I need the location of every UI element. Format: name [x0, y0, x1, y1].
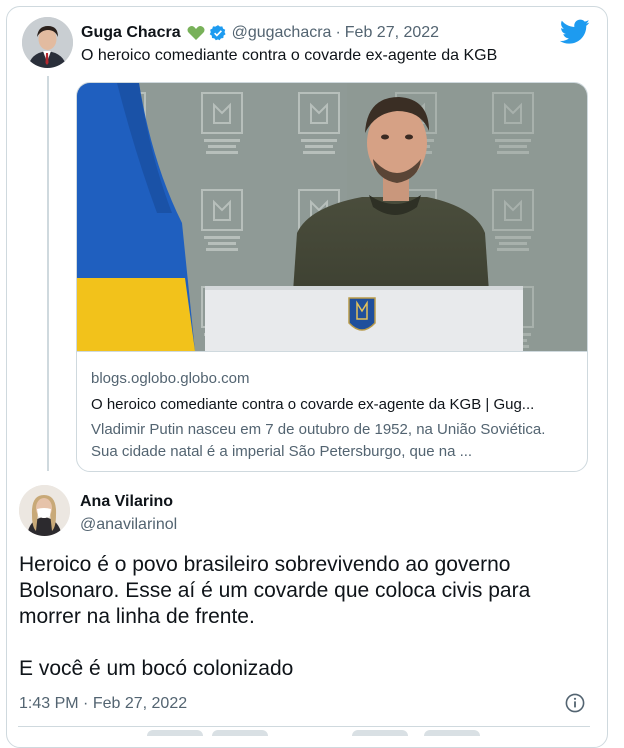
reply-text: Heroico é o povo brasileiro sobrevivendo… [19, 552, 589, 682]
reply-time: 1:43 PM [19, 695, 79, 712]
reply-author-handle[interactable]: @anavilarinol [80, 516, 177, 534]
reply-timestamp[interactable]: 1:43 PM · Feb 27, 2022 [19, 695, 187, 713]
link-card-title: O heroico comediante contra o covarde ex… [91, 396, 535, 413]
link-card[interactable]: blogs.oglobo.globo.com O heroico comedia… [76, 82, 588, 472]
tweet-date[interactable]: Feb 27, 2022 [345, 24, 439, 42]
verified-badge-icon [209, 24, 227, 42]
separator: · [83, 695, 89, 712]
link-card-description: Vladimir Putin nasceu em 7 de outubro de… [91, 421, 546, 460]
tweet-header: Guga Chacra @gugachacra · Feb 27, 2022 [81, 22, 439, 44]
author-avatar[interactable] [22, 17, 73, 68]
bottom-separator [18, 726, 590, 727]
action-button-peek [147, 730, 203, 736]
reply-paragraph: E você é um bocó colonizado [19, 657, 294, 680]
info-icon[interactable] [565, 693, 585, 713]
reply-author-avatar[interactable] [19, 485, 70, 536]
tweet-text: O heroico comediante contra o covarde ex… [81, 47, 498, 64]
separator: · [335, 24, 341, 41]
reply-date: Feb 27, 2022 [92, 695, 188, 712]
avatar-image [19, 485, 70, 536]
link-card-image [77, 83, 587, 351]
action-button-peek [352, 730, 408, 736]
twitter-bird-icon[interactable] [560, 19, 590, 45]
green-heart-icon [186, 23, 206, 43]
thread-line [47, 76, 49, 471]
card-separator [77, 351, 587, 352]
author-handle[interactable]: @gugachacra [232, 24, 332, 42]
action-button-peek [212, 730, 268, 736]
reply-paragraph: Heroico é o povo brasileiro sobrevivendo… [19, 553, 531, 628]
action-button-peek [424, 730, 480, 736]
avatar-image [22, 17, 73, 68]
reply-author-name[interactable]: Ana Vilarino [80, 493, 173, 511]
link-card-domain: blogs.oglobo.globo.com [91, 370, 250, 387]
author-name[interactable]: Guga Chacra [81, 24, 181, 42]
